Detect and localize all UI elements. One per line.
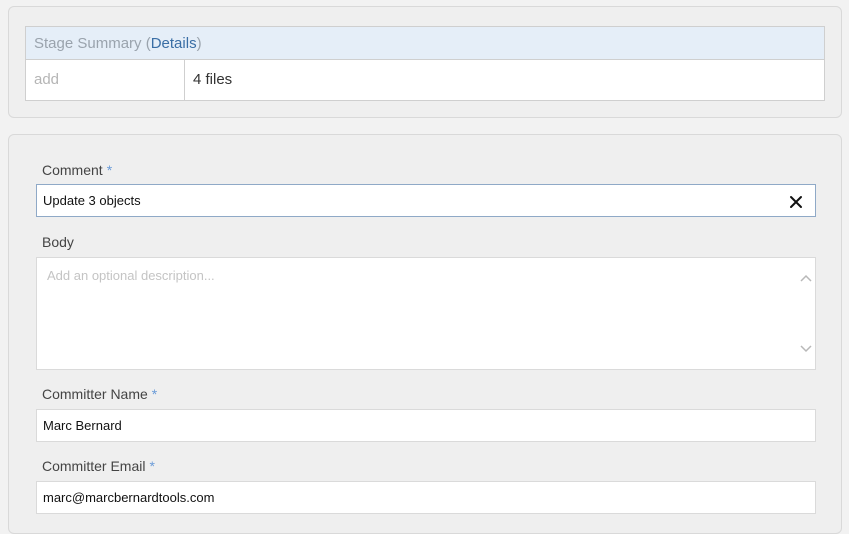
stage-summary-title: Stage Summary ( <box>34 35 151 52</box>
summary-row-value: 4 files <box>193 71 233 88</box>
required-mark: * <box>151 386 158 402</box>
stage-summary-title-suffix: ) <box>196 35 202 52</box>
committer-email-label: Committer Email * <box>42 458 155 474</box>
table-row: add 4 files <box>26 60 824 100</box>
chevron-up-icon[interactable] <box>799 272 813 286</box>
committer-name-label-text: Committer Name <box>42 386 148 402</box>
body-label: Body <box>42 234 74 250</box>
comment-input[interactable]: Update 3 objects <box>36 184 816 217</box>
chevron-down-icon[interactable] <box>799 341 813 355</box>
required-mark: * <box>106 162 113 178</box>
committer-name-input[interactable]: Marc Bernard <box>36 409 816 442</box>
committer-email-input[interactable]: marc@marcbernardtools.com <box>36 481 816 514</box>
stage-summary-header: Stage Summary (Details) <box>26 27 824 60</box>
comment-label: Comment * <box>42 162 112 178</box>
comment-label-text: Comment <box>42 162 103 178</box>
close-icon[interactable] <box>787 191 805 209</box>
committer-email-value: marc@marcbernardtools.com <box>43 490 215 505</box>
summary-row-key: add <box>26 60 185 100</box>
committer-name-label: Committer Name * <box>42 386 157 402</box>
details-link[interactable]: Details <box>151 35 197 52</box>
body-textarea[interactable]: Add an optional description... <box>36 257 816 370</box>
committer-name-value: Marc Bernard <box>43 418 122 433</box>
body-label-text: Body <box>42 234 74 250</box>
required-mark: * <box>149 458 155 474</box>
stage-summary-table: Stage Summary (Details) add 4 files <box>25 26 825 101</box>
body-placeholder: Add an optional description... <box>47 268 215 283</box>
commit-form-panel: Comment * Update 3 objects Body Add an op… <box>8 134 842 534</box>
comment-input-value: Update 3 objects <box>43 193 141 208</box>
committer-email-label-text: Committer Email <box>42 458 146 474</box>
stage-summary-panel: Stage Summary (Details) add 4 files <box>8 6 842 118</box>
